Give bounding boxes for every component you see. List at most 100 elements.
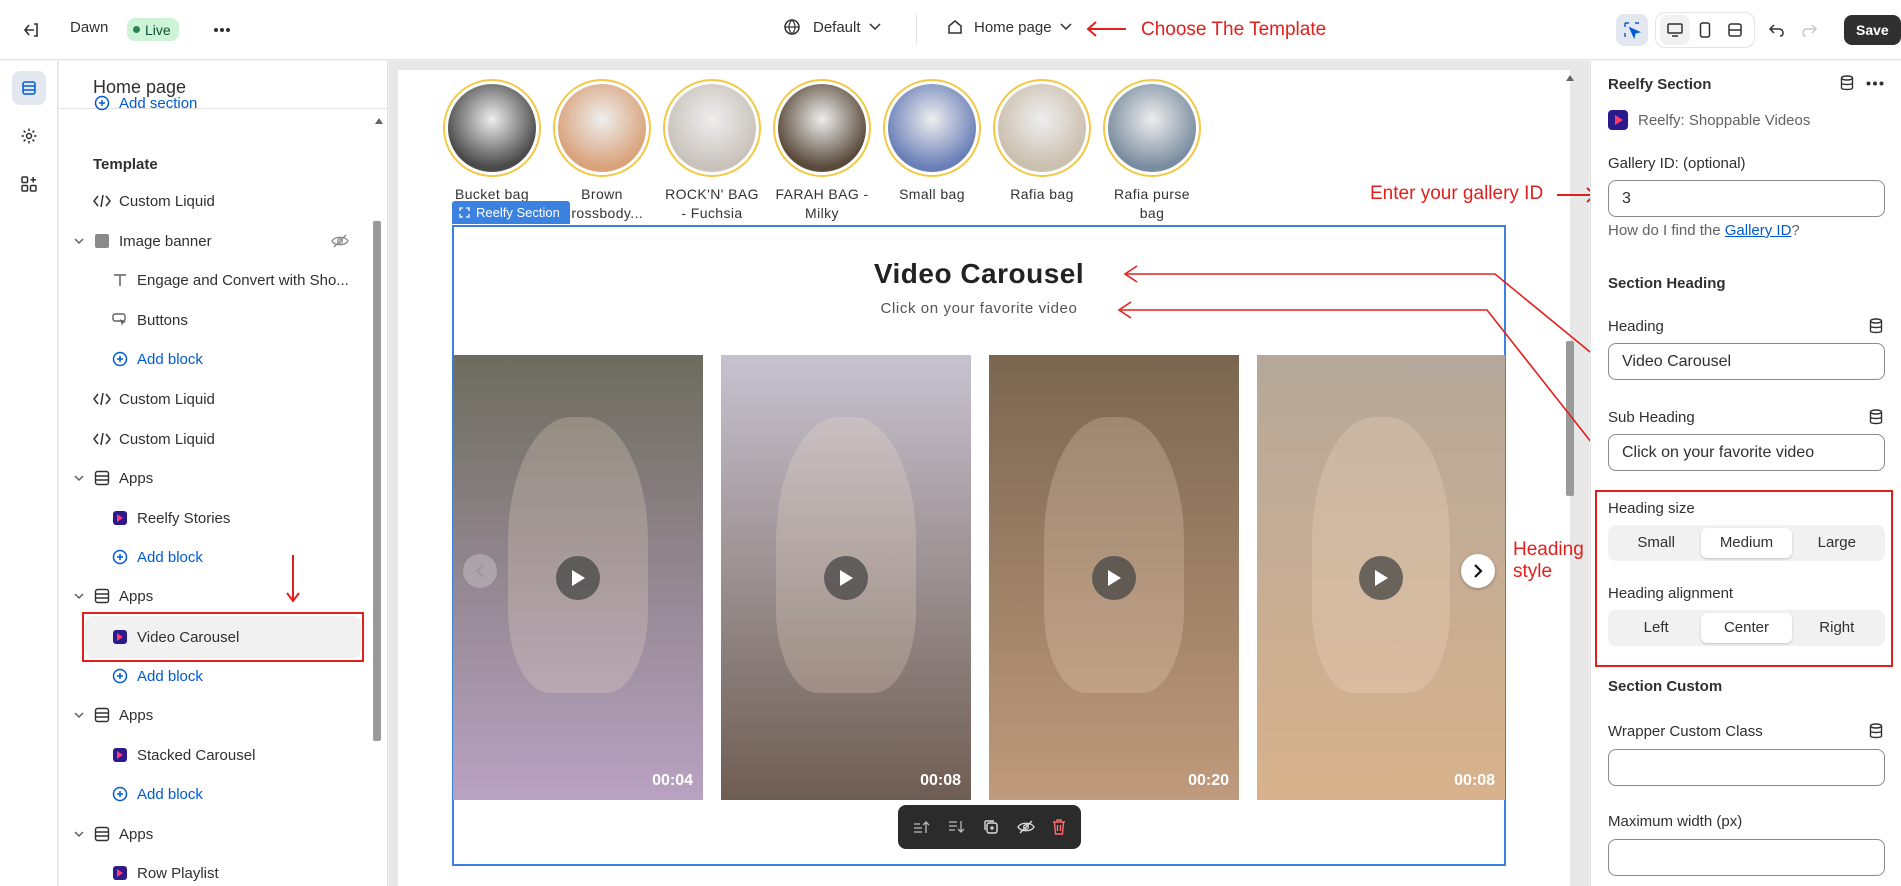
section-apps[interactable]: Apps: [73, 695, 383, 735]
template-select[interactable]: Home page: [946, 18, 1072, 36]
section-apps[interactable]: Apps: [73, 458, 383, 498]
play-icon: [1108, 569, 1121, 586]
chevron-down-icon: [1060, 23, 1072, 31]
section-apps[interactable]: Apps: [73, 814, 383, 854]
preview-scroll-up-icon[interactable]: [1566, 75, 1574, 81]
annotation-highlight-box: [82, 612, 364, 662]
hide-eye-icon[interactable]: [1017, 820, 1035, 834]
section-label: Custom Liquid: [119, 390, 215, 408]
add-block-link[interactable]: Add block: [111, 656, 387, 696]
block-buttons[interactable]: Buttons: [111, 300, 387, 340]
database-icon[interactable]: [1840, 75, 1854, 91]
section-custom-liquid[interactable]: Custom Liquid: [93, 181, 387, 221]
undo-button[interactable]: [1762, 15, 1792, 45]
code-icon: [93, 390, 111, 408]
apps-nav-button[interactable]: [12, 167, 46, 201]
help-prefix: How do I find the: [1608, 222, 1725, 239]
apps-icon: [21, 176, 37, 192]
ellipsis-icon: [207, 15, 237, 45]
block-row-playlist[interactable]: Row Playlist: [111, 853, 387, 886]
subheading-input[interactable]: Click on your favorite video: [1608, 434, 1885, 471]
delete-icon[interactable]: [1052, 819, 1066, 835]
max-width-input[interactable]: [1608, 839, 1885, 876]
carousel-next-button[interactable]: [1461, 554, 1495, 588]
live-badge-label: Live: [145, 21, 171, 38]
add-block-link[interactable]: Add block: [111, 339, 387, 379]
apps-section-icon: [93, 706, 111, 724]
add-block-label: Add block: [137, 548, 203, 566]
video-duration: 00:08: [1454, 772, 1495, 789]
move-down-icon[interactable]: [948, 820, 966, 834]
carousel-prev-button[interactable]: [463, 554, 497, 588]
help-suffix: ?: [1791, 222, 1800, 239]
inspector-button[interactable]: [1616, 14, 1648, 46]
section-tag[interactable]: Reelfy Section: [452, 201, 570, 224]
save-button[interactable]: Save: [1844, 15, 1901, 45]
play-button[interactable]: [1092, 555, 1136, 600]
gallery-id-input[interactable]: 3: [1608, 180, 1885, 217]
duplicate-icon[interactable]: [983, 819, 999, 835]
settings-panel: Reelfy Section Reelfy: Shoppable Videos …: [1590, 61, 1901, 886]
move-up-icon[interactable]: [913, 820, 931, 834]
story-item[interactable]: Small bag: [882, 79, 982, 204]
button-cursor-icon: [111, 311, 129, 329]
mobile-view-button[interactable]: [1690, 15, 1720, 45]
theme-select[interactable]: Default: [783, 18, 881, 36]
more-actions-button[interactable]: [207, 15, 237, 45]
wrapper-class-input[interactable]: [1608, 749, 1885, 786]
section-custom-title: Section Custom: [1608, 678, 1723, 695]
section-custom-liquid[interactable]: Custom Liquid: [93, 379, 387, 419]
desktop-view-button[interactable]: [1660, 15, 1690, 45]
play-button[interactable]: [1359, 555, 1403, 600]
block-label: Reelfy Stories: [137, 509, 231, 527]
section-custom-liquid[interactable]: Custom Liquid: [93, 419, 387, 459]
play-icon: [572, 569, 585, 586]
settings-more-button[interactable]: [1866, 81, 1884, 86]
block-reelfy-stories[interactable]: Reelfy Stories: [111, 498, 387, 538]
story-item[interactable]: ROCK'N' BAG - Fuchsia: [662, 79, 762, 223]
story-item[interactable]: Rafia bag: [992, 79, 1092, 204]
section-apps[interactable]: Apps: [73, 576, 383, 616]
heading-label: Heading: [1608, 318, 1664, 335]
sections-icon: [22, 81, 36, 95]
exit-button[interactable]: [16, 15, 46, 45]
add-section-link[interactable]: Add section: [93, 91, 387, 115]
story-image: [998, 84, 1086, 172]
subheading-dynamic-source-icon[interactable]: [1869, 409, 1883, 425]
heading-dynamic-source-icon[interactable]: [1869, 318, 1883, 334]
mobile-icon: [1699, 22, 1711, 38]
code-icon: [93, 430, 111, 448]
sections-nav-button[interactable]: [12, 71, 46, 105]
video-card[interactable]: 00:08: [721, 355, 971, 800]
add-block-link[interactable]: Add block: [111, 774, 387, 814]
story-label: Small bag: [899, 186, 965, 202]
block-label: Stacked Carousel: [137, 746, 256, 764]
scrollbar-thumb[interactable]: [373, 221, 381, 741]
add-section-label: Add section: [119, 94, 198, 112]
hidden-eye-icon[interactable]: [331, 234, 349, 248]
annotation-enter-gallery: Enter your gallery ID: [1370, 183, 1544, 204]
gallery-id-help-link[interactable]: Gallery ID: [1725, 222, 1792, 239]
wrapper-dynamic-source-icon[interactable]: [1869, 723, 1883, 739]
story-item[interactable]: Bucket bag: [442, 79, 542, 204]
play-button[interactable]: [824, 555, 868, 600]
section-tag-label: Reelfy Section: [476, 205, 560, 220]
plus-circle-icon: [93, 94, 111, 112]
block-stacked-carousel[interactable]: Stacked Carousel: [111, 735, 387, 775]
story-thumbnail: [443, 79, 541, 177]
heading-input[interactable]: Video Carousel: [1608, 343, 1885, 380]
chevron-down-icon: [869, 23, 881, 31]
redo-button[interactable]: [1794, 15, 1824, 45]
annotation-heading-style-line1: Heading: [1513, 539, 1584, 560]
sections-panel: Home page Add section Template Custom Li…: [59, 61, 388, 886]
block-text[interactable]: Engage and Convert with Sho...: [111, 260, 387, 300]
fullwidth-view-button[interactable]: [1720, 15, 1750, 45]
scroll-up-icon[interactable]: [375, 118, 383, 124]
chevron-down-icon: [73, 825, 85, 843]
add-block-link[interactable]: Add block: [111, 537, 387, 577]
play-button[interactable]: [556, 555, 600, 600]
theme-settings-nav-button[interactable]: [12, 119, 46, 153]
story-item[interactable]: FARAH BAG - Milky: [772, 79, 872, 223]
gallery-id-label: Gallery ID: (optional): [1608, 155, 1746, 172]
story-item[interactable]: Rafia purse bag: [1102, 79, 1202, 223]
